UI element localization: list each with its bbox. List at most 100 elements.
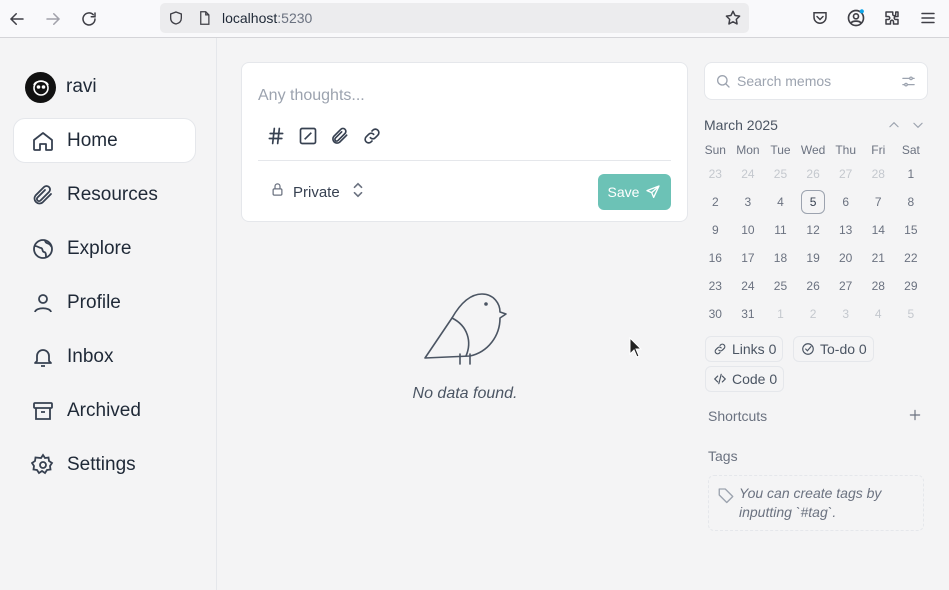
sidebar-item-inbox[interactable]: Inbox — [13, 334, 196, 379]
calendar-day[interactable]: 15 — [895, 216, 928, 244]
calendar-day[interactable]: 16 — [699, 244, 732, 272]
calendar-day[interactable]: 5 — [895, 300, 928, 328]
calendar-day[interactable]: 23 — [699, 160, 732, 188]
link-icon[interactable] — [361, 125, 383, 147]
weekday-label: Wed — [800, 143, 826, 157]
calendar-day[interactable]: 23 — [699, 272, 732, 300]
calendar-day[interactable]: 24 — [732, 160, 765, 188]
sidebar-item-explore[interactable]: Explore — [13, 226, 196, 271]
calendar-day[interactable]: 22 — [895, 244, 928, 272]
sidebar-item-resources[interactable]: Resources — [13, 172, 196, 217]
chevron-up-icon[interactable] — [885, 116, 903, 134]
attachment-icon[interactable] — [329, 125, 351, 147]
tag-icon — [717, 486, 735, 504]
weekday-label: Mon — [736, 143, 760, 157]
checkbox-icon[interactable] — [297, 125, 319, 147]
calendar-day[interactable]: 27 — [829, 272, 862, 300]
calendar-day[interactable]: 30 — [699, 300, 732, 328]
calendar-day[interactable]: 3 — [829, 300, 862, 328]
reload-icon[interactable] — [77, 7, 101, 31]
save-button[interactable]: Save — [598, 174, 671, 210]
sidebar-item-profile[interactable]: Profile — [13, 280, 196, 325]
shield-icon[interactable] — [166, 8, 186, 28]
forward-icon[interactable] — [41, 7, 65, 31]
back-icon[interactable] — [5, 7, 29, 31]
calendar-day[interactable]: 27 — [829, 160, 862, 188]
calendar-day[interactable]: 25 — [764, 272, 797, 300]
search-input[interactable] — [737, 71, 887, 91]
memo-editor: Any thoughts... Private Save — [241, 62, 688, 222]
brand-name: ravi — [66, 76, 97, 97]
calendar-day[interactable]: 13 — [829, 216, 862, 244]
code-stat[interactable]: Code 0 — [705, 366, 785, 392]
calendar-day[interactable]: 12 — [797, 216, 830, 244]
weekday-label: Thu — [835, 143, 857, 157]
todo-stat[interactable]: To-do 0 — [793, 336, 874, 362]
calendar-day[interactable]: 29 — [895, 272, 928, 300]
calendar-day[interactable]: 1 — [895, 160, 928, 188]
address-bar[interactable]: localhost:5230 — [160, 3, 749, 33]
weekday-label: Sat — [901, 143, 920, 157]
calendar-day[interactable]: 4 — [862, 300, 895, 328]
archive-icon — [30, 398, 56, 424]
chevron-updown-icon — [352, 182, 364, 203]
brand[interactable]: ravi — [25, 71, 97, 103]
empty-message: No data found. — [412, 385, 518, 402]
calendar-day[interactable]: 9 — [699, 216, 732, 244]
calendar-day[interactable]: 18 — [764, 244, 797, 272]
sidebar: ravi Home Resources Explore Profile Inbo… — [0, 38, 217, 590]
send-icon — [645, 184, 661, 200]
calendar-grid: Sun Mon Tue Wed Thu Fri Sat 23 24 25 26 27 28 1 2 3 4 5 6 7… — [699, 140, 933, 328]
calendar-day[interactable]: 31 — [732, 300, 765, 328]
calendar-day[interactable]: 26 — [797, 272, 830, 300]
globe-icon — [30, 236, 56, 262]
weekday-label: Sun — [704, 143, 726, 157]
calendar-day-today[interactable]: 5 — [797, 188, 830, 216]
calendar-day[interactable]: 6 — [829, 188, 862, 216]
add-shortcut-icon[interactable] — [906, 406, 924, 424]
url-text: localhost:5230 — [222, 10, 313, 26]
calendar-day[interactable]: 1 — [764, 300, 797, 328]
chevron-down-icon[interactable] — [909, 116, 927, 134]
gear-icon — [30, 452, 56, 478]
sidebar-item-home[interactable]: Home — [13, 118, 196, 163]
calendar-day[interactable]: 28 — [862, 160, 895, 188]
calendar-day[interactable]: 20 — [829, 244, 862, 272]
search-icon — [715, 73, 731, 94]
calendar-day[interactable]: 17 — [732, 244, 765, 272]
sidebar-item-settings[interactable]: Settings — [13, 442, 196, 487]
calendar-day[interactable]: 25 — [764, 160, 797, 188]
calendar-day[interactable]: 7 — [862, 188, 895, 216]
calendar-day[interactable]: 28 — [862, 272, 895, 300]
star-icon[interactable] — [723, 8, 743, 28]
calendar-day[interactable]: 4 — [764, 188, 797, 216]
shortcuts-label: Shortcuts — [708, 408, 768, 424]
extensions-icon[interactable] — [882, 8, 902, 28]
pocket-icon[interactable] — [810, 8, 830, 28]
tags-label: Tags — [708, 448, 738, 464]
links-stat[interactable]: Links 0 — [705, 336, 784, 362]
calendar-day[interactable]: 3 — [732, 188, 765, 216]
tags-hint: You can create tags by inputting `#tag`. — [739, 485, 882, 520]
calendar-day[interactable]: 19 — [797, 244, 830, 272]
link-icon — [712, 341, 728, 357]
weekday-label: Fri — [871, 143, 886, 157]
calendar-day[interactable]: 8 — [895, 188, 928, 216]
hashtag-icon[interactable] — [265, 125, 287, 147]
calendar-day[interactable]: 14 — [862, 216, 895, 244]
calendar-day[interactable]: 24 — [732, 272, 765, 300]
calendar-day[interactable]: 2 — [797, 300, 830, 328]
menu-icon[interactable] — [918, 8, 938, 28]
visibility-select[interactable]: Private — [260, 176, 376, 208]
calendar-day[interactable]: 2 — [699, 188, 732, 216]
calendar-day[interactable]: 10 — [732, 216, 765, 244]
filter-icon[interactable] — [901, 74, 916, 94]
calendar-day[interactable]: 21 — [862, 244, 895, 272]
calendar-day[interactable]: 11 — [764, 216, 797, 244]
memo-input[interactable]: Any thoughts... — [258, 87, 365, 105]
check-circle-icon — [800, 341, 816, 357]
sidebar-item-archived[interactable]: Archived — [13, 388, 196, 433]
account-icon[interactable] — [846, 8, 866, 28]
avatar — [25, 71, 56, 103]
calendar-day[interactable]: 26 — [797, 160, 830, 188]
